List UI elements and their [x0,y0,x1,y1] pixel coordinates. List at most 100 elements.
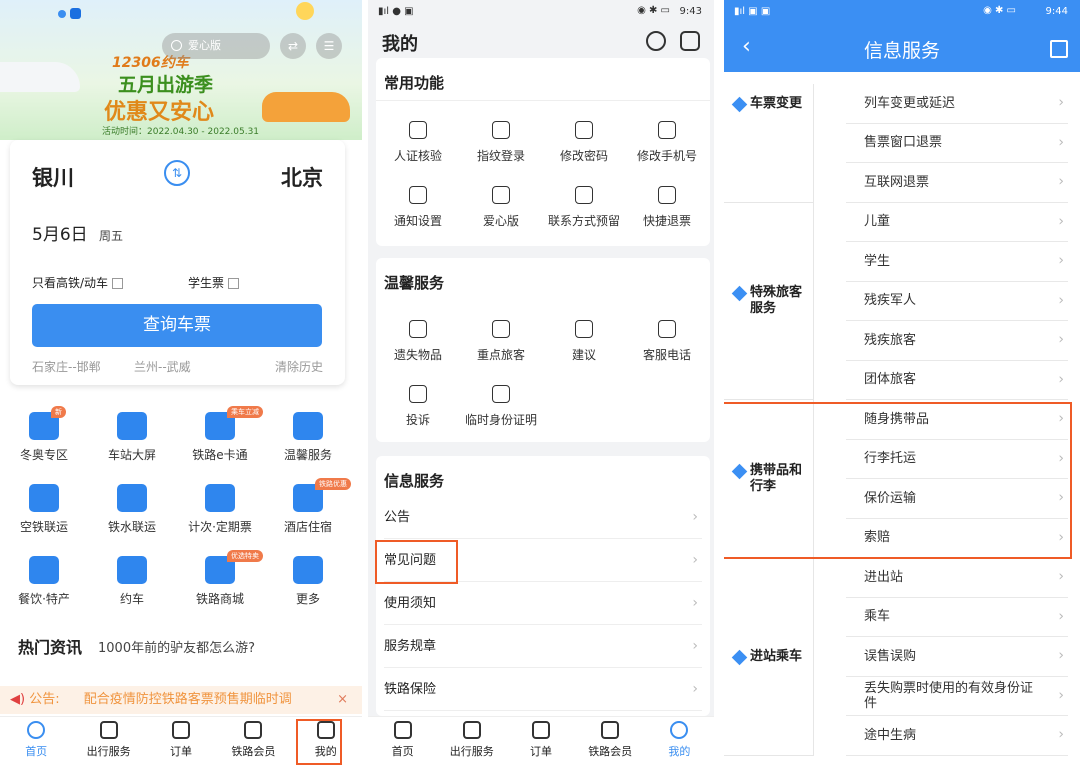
service-item[interactable]: 更多 [264,556,352,607]
function-item[interactable]: 客服电话 [625,320,709,363]
item-label: 丢失购票时使用的有效身份证件 [864,680,1034,711]
item-label: 互联网退票 [864,174,930,190]
service-badge: 优选特卖 [227,550,263,562]
tab-member[interactable]: 铁路会员 [576,721,644,759]
info-item[interactable]: 途中生病 › [846,716,1068,756]
message-icon[interactable] [680,31,700,51]
hot-news-item[interactable]: 1000年前的驴友都怎么游? [98,637,255,656]
service-item[interactable]: 计次·定期票 [176,484,264,535]
tab-label: 首页 [391,745,414,758]
service-label: 更多 [295,592,320,606]
function-item[interactable]: 临时身份证明 [459,385,543,428]
function-icon [658,186,676,204]
info-item[interactable]: 儿童 › [846,203,1068,242]
function-item[interactable]: 爱心版 [459,186,543,229]
function-item[interactable]: 指纹登录 [459,121,543,164]
info-item[interactable]: 乘车 › [846,598,1068,637]
function-icon [409,385,427,403]
info-item[interactable]: 进出站 › [846,558,1068,598]
service-item[interactable]: 铁路优惠 酒店住宿 [264,478,352,535]
info-list-item[interactable]: 服务规章 › [384,625,702,668]
info-item[interactable]: 丢失购票时使用的有效身份证件 › [846,677,1068,716]
history-item[interactable]: 石家庄--邯郸 [32,358,101,375]
checkbox[interactable] [228,278,240,289]
tab-orders[interactable]: 订单 [147,721,215,759]
info-item[interactable]: 残疾军人 › [846,282,1068,321]
info-item[interactable]: 列车变更或延迟 › [846,84,1068,124]
item-label: 残疾军人 [864,293,917,309]
service-item[interactable]: 铁水联运 [88,484,176,535]
tab-home[interactable]: 首页 [2,721,70,759]
function-item[interactable]: 通知设置 [376,186,460,229]
function-item[interactable]: 投诉 [376,385,460,428]
swap-stations-icon[interactable]: ⇅ [164,160,190,186]
service-item[interactable]: 新冬奥专区 [0,406,88,463]
function-item[interactable]: 修改手机号 [625,121,709,164]
info-item[interactable]: 学生 › [846,242,1068,282]
student-checkbox[interactable]: 学生票 [188,274,240,291]
tab-label: 出行服务 [86,745,131,758]
service-item[interactable]: 餐饮·特产 [0,556,88,607]
function-item[interactable]: 人证核验 [376,121,460,164]
settings-icon[interactable] [646,31,666,51]
service-item[interactable]: 空铁联运 [0,484,88,535]
info-list-item[interactable]: 铁路保险 › [384,668,702,711]
service-icon [205,484,235,512]
header: 我的 [368,26,714,58]
function-item[interactable]: 建议 [542,320,626,363]
service-item[interactable]: 优选特卖 铁路商城 [176,550,264,607]
message-icon[interactable]: ☰ [316,33,342,59]
chevron-right-icon: › [692,638,698,654]
gaotie-checkbox[interactable]: 只看高铁/动车 [32,274,124,291]
signal-icon: ▮ıl ● ▣ [378,6,414,17]
service-item[interactable]: 温馨服务 [264,412,352,463]
ticket-query-card: 银川 ⇅ 北京 5月6日 周五 只看高铁/动车 学生票 查询车票 石家庄--邯郸… [10,140,345,385]
info-item[interactable]: 残疾旅客 › [846,321,1068,361]
close-icon[interactable]: × [337,686,348,714]
care-services-card: 温馨服务 遗失物品 重点旅客 建议 客服电话 投诉 临时身份证明 [376,258,710,442]
notice-text: 配合疫情防控铁路客票预售期临时调 [83,692,292,707]
tab-icon [99,721,118,739]
tab-travel[interactable]: 出行服务 [438,721,506,759]
scan-icon[interactable]: ⇄ [280,33,306,59]
info-list-item[interactable]: 使用须知 › [384,582,702,625]
function-icon [492,385,510,403]
tab-label: 铁路会员 [588,745,633,758]
function-item[interactable]: 遗失物品 [376,320,460,363]
tab-orders[interactable]: 订单 [507,721,575,759]
info-item[interactable]: 售票窗口退票 › [846,124,1068,163]
function-item[interactable]: 联系方式预留 [542,186,626,229]
date-picker[interactable]: 5月6日 周五 [32,220,123,245]
function-item[interactable]: 重点旅客 [459,320,543,363]
from-station[interactable]: 银川 [32,162,74,192]
tab-mine[interactable]: 我的 [645,721,713,759]
service-item[interactable]: 乘车立减 铁路e卡通 [176,406,264,463]
function-item[interactable]: 修改密码 [542,121,626,164]
share-icon[interactable] [1050,40,1068,58]
checkbox[interactable] [112,278,124,289]
item-label: 乘车 [864,609,891,625]
info-item[interactable]: 互联网退票 › [846,163,1068,203]
tab-icon [462,721,481,739]
home-screen: 12306约车 五月出游季 优惠又安心 活动时间：2022.04.30 - 20… [0,0,362,767]
service-item[interactable]: 车站大屏 [88,412,176,463]
service-item[interactable]: 约车 [88,556,176,607]
info-item[interactable]: 团体旅客 › [846,361,1068,400]
promo-banner[interactable]: 12306约车 五月出游季 优惠又安心 活动时间：2022.04.30 - 20… [0,0,362,140]
info-item[interactable]: 误售误购 › [846,637,1068,677]
search-input[interactable]: 爱心版 [162,33,270,59]
function-item[interactable]: 快捷退票 [625,186,709,229]
notice-bar[interactable]: ◀) 公告: 配合疫情防控铁路客票预售期临时调 × [0,686,362,714]
tab-home[interactable]: 首页 [369,721,437,759]
highlight-box [375,540,458,584]
query-tickets-button[interactable]: 查询车票 [32,304,322,347]
tab-member[interactable]: 铁路会员 [219,721,287,759]
tab-travel[interactable]: 出行服务 [75,721,143,759]
function-label: 客服电话 [642,348,691,362]
history-item[interactable]: 兰州--武威 [134,358,191,375]
info-list-item[interactable]: 公告 › [384,496,702,539]
clear-history-button[interactable]: 清除历史 [275,358,323,375]
item-label: 使用须知 [384,596,437,611]
to-station[interactable]: 北京 [281,162,323,192]
function-icon [409,320,427,338]
